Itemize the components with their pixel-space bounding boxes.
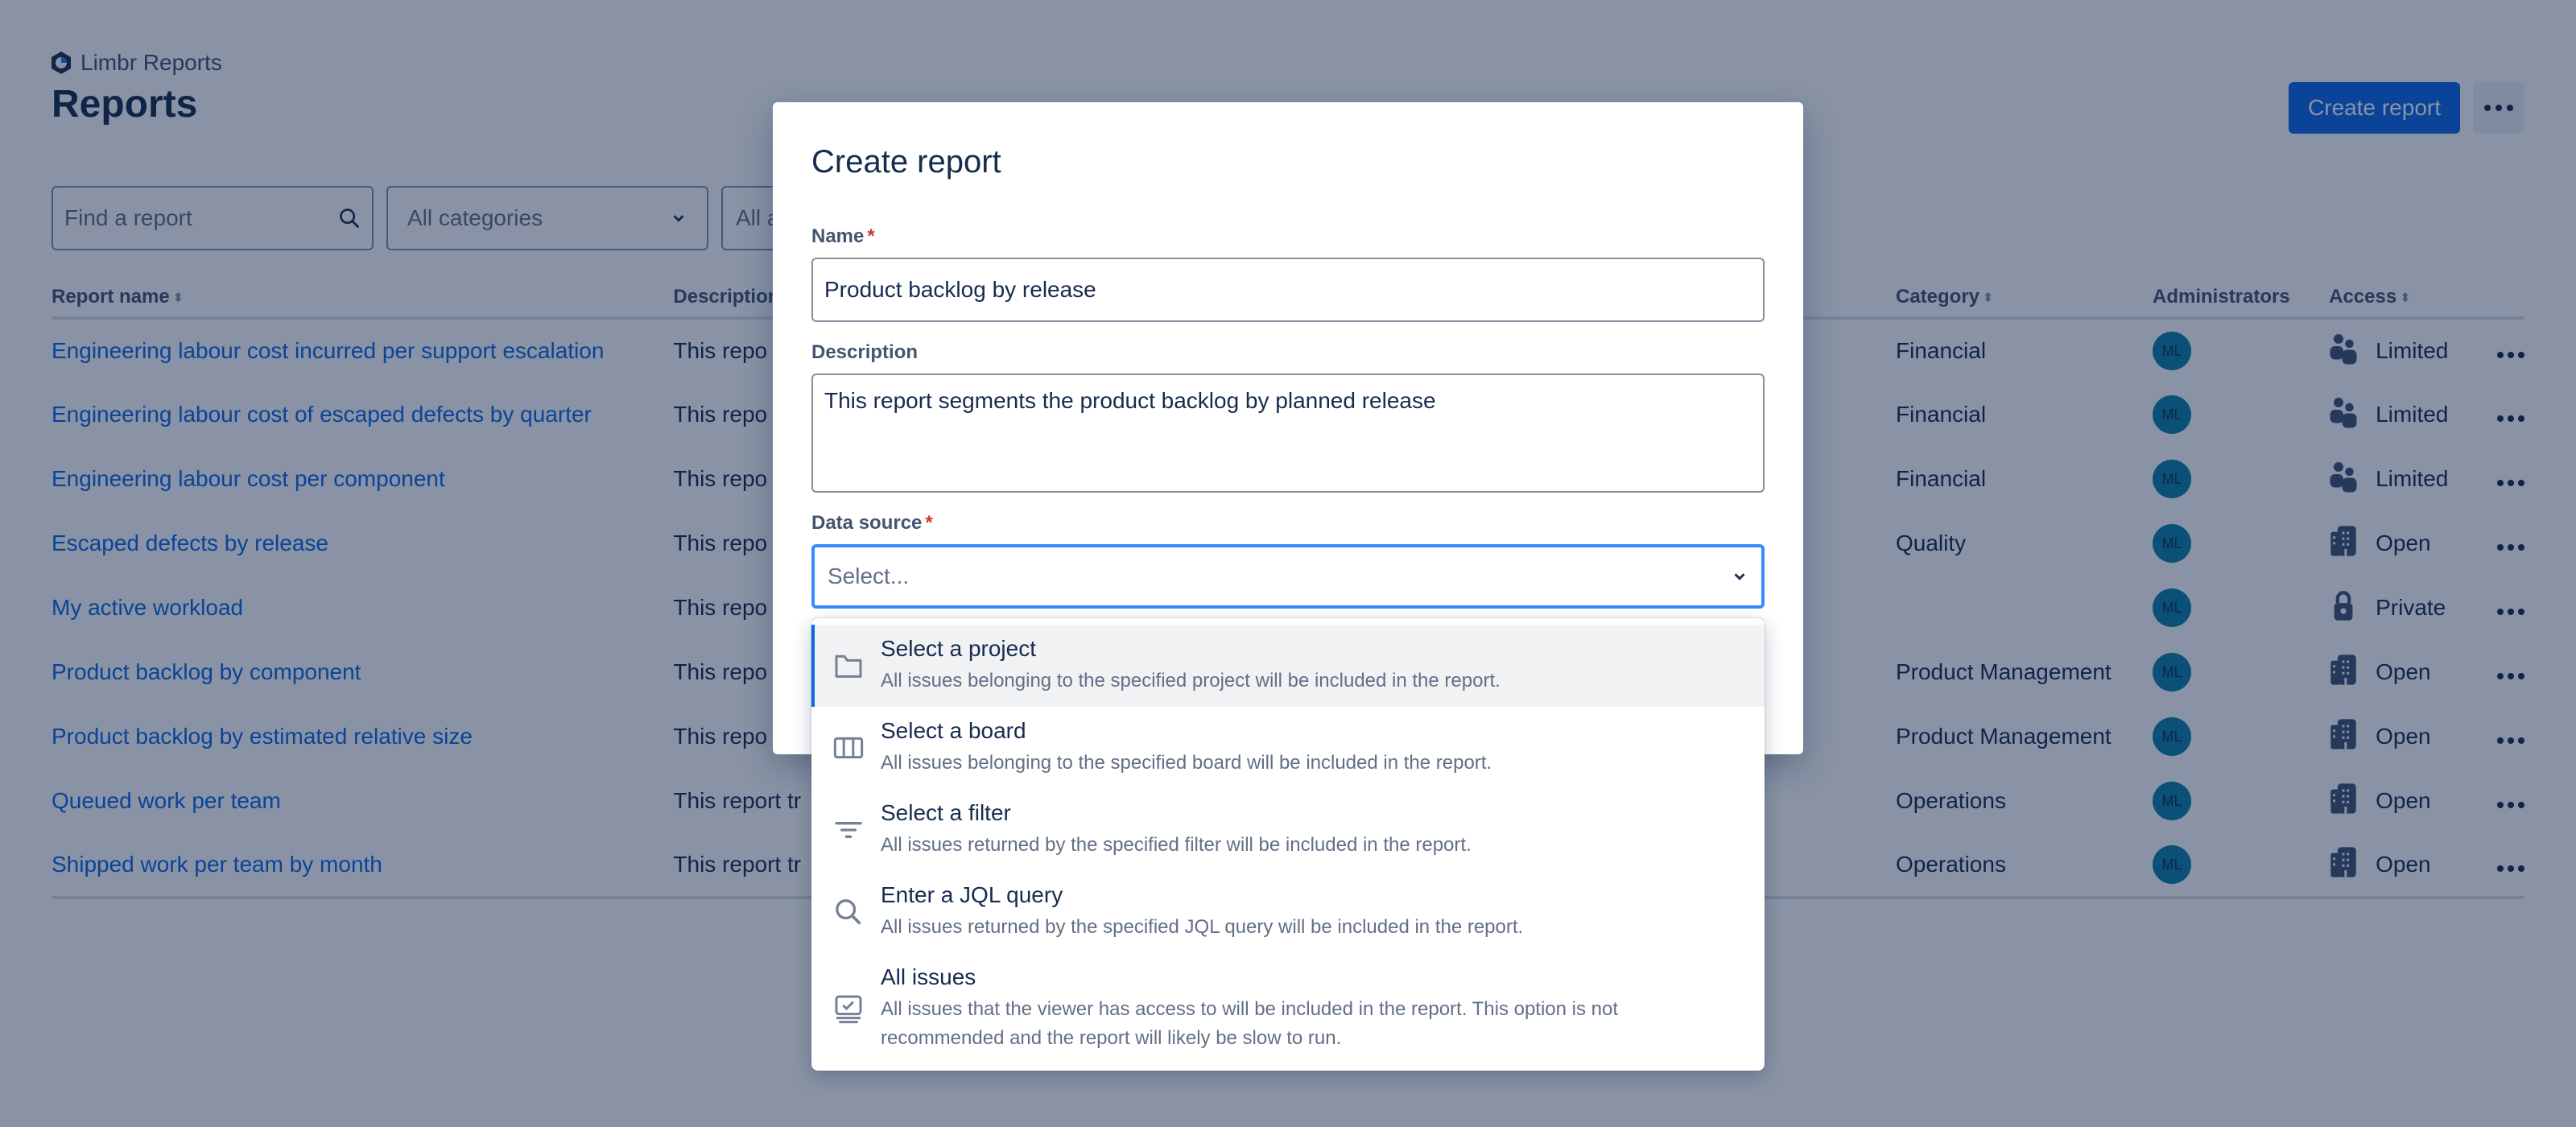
chevron-down-icon (1734, 573, 1745, 580)
option-text: All issues All issues that the viewer ha… (881, 964, 1745, 1053)
option-title: Select a board (881, 718, 1026, 743)
option-title: Select a project (881, 636, 1036, 661)
filter-icon (832, 814, 865, 846)
folder-icon (832, 650, 865, 682)
option-text: Select a board All issues belonging to t… (881, 718, 1745, 778)
option-description: All issues returned by the specified fil… (881, 834, 1472, 856)
required-indicator: * (925, 512, 933, 534)
option-description: All issues that the viewer has access to… (881, 998, 1619, 1049)
search-icon (832, 896, 865, 928)
dialog-title: Create report (811, 144, 1001, 180)
required-indicator: * (867, 225, 875, 247)
label-text: Data source (811, 512, 923, 534)
data-source-label: Data source * (811, 512, 1765, 535)
option-text: Enter a JQL query All issues returned by… (881, 882, 1745, 942)
data-source-placeholder: Select... (828, 564, 910, 588)
option-description: All issues returned by the specified JQL… (881, 916, 1524, 938)
label-text: Name (811, 225, 865, 247)
description-field[interactable]: This report segments the product backlog… (811, 374, 1765, 493)
option-description: All issues belonging to the specified pr… (881, 670, 1501, 691)
option-text: Select a filter All issues returned by t… (881, 800, 1745, 860)
data-source-option[interactable]: Select a project All issues belonging to… (811, 625, 1765, 707)
data-source-menu: Select a project All issues belonging to… (811, 618, 1765, 1071)
option-description: All issues belonging to the specified bo… (881, 752, 1492, 774)
option-text: Select a project All issues belonging to… (881, 636, 1745, 696)
data-source-select[interactable]: Select... (811, 544, 1765, 609)
option-title: Enter a JQL query (881, 882, 1063, 907)
name-label: Name * (811, 225, 1765, 248)
data-source-option[interactable]: Select a board All issues belonging to t… (811, 707, 1765, 789)
issues-icon (832, 993, 865, 1025)
board-icon (832, 732, 865, 764)
option-title: Select a filter (881, 800, 1011, 825)
name-field[interactable]: Product backlog by release (811, 258, 1765, 322)
data-source-option[interactable]: Enter a JQL query All issues returned by… (811, 871, 1765, 953)
option-title: All issues (881, 964, 976, 989)
data-source-option[interactable]: All issues All issues that the viewer ha… (811, 953, 1765, 1064)
description-label: Description (811, 341, 919, 363)
data-source-option[interactable]: Select a filter All issues returned by t… (811, 789, 1765, 871)
